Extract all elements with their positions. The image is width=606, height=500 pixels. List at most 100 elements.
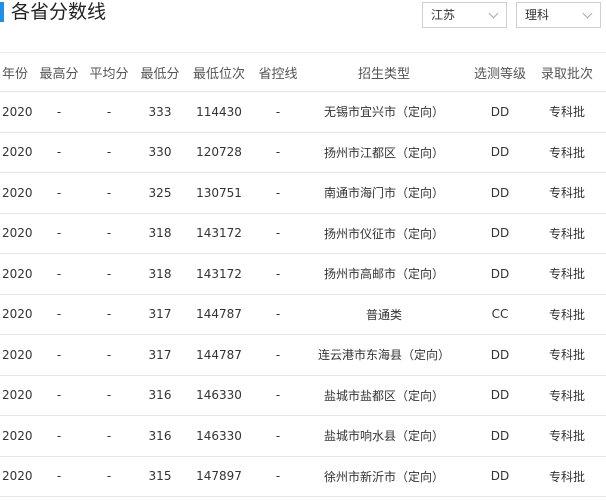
cell-min-score: 316: [148, 428, 172, 443]
cell-avg-score: -: [106, 469, 112, 484]
score-table: 年份 最高分 平均分 最低分 最低位次 省控线 招生类型 选测等级 录取批次 2020 - - 333…: [0, 52, 606, 497]
cell-subject-grade: DD: [490, 185, 510, 200]
cell-max-score: -: [56, 226, 62, 241]
cell-admission-type: 盐城市盐都区（定向）: [323, 388, 444, 403]
table-row: 2020 - - 330 120728 - 扬州市江都区（定向） DD 专科批: [0, 133, 606, 173]
cell-admission-batch: 专科批: [548, 469, 585, 484]
table-row: 2020 - - 318 143172 - 扬州市仪征市（定向） DD 专科批: [0, 214, 606, 254]
column-header-admission-type: 招生类型: [357, 66, 410, 82]
cell-admission-type: 无锡市宜兴市（定向）: [323, 105, 444, 120]
cell-max-score: -: [56, 307, 62, 322]
column-header-avg-score: 平均分: [89, 66, 129, 82]
cell-max-score: -: [56, 428, 62, 443]
cell-admission-batch: 专科批: [548, 348, 585, 363]
cell-min-rank: 130751: [196, 185, 242, 200]
title-accent-bar: [0, 2, 4, 22]
cell-control-line: -: [275, 104, 281, 119]
cell-admission-batch: 专科批: [548, 307, 585, 322]
chevron-down-icon: [582, 8, 593, 19]
column-header-min-score: 最低分: [140, 66, 180, 82]
table-row: 2020 - - 333 114430 - 无锡市宜兴市（定向） DD 专科批: [0, 92, 606, 133]
cell-avg-score: -: [106, 104, 112, 119]
cell-min-rank: 120728: [196, 145, 242, 160]
cell-control-line: -: [275, 145, 281, 160]
cell-admission-batch: 专科批: [548, 267, 585, 282]
cell-year: 2020: [2, 185, 33, 200]
cell-year: 2020: [2, 469, 33, 484]
cell-min-rank: 143172: [196, 266, 242, 281]
cell-avg-score: -: [106, 347, 112, 362]
cell-min-score: 325: [148, 185, 172, 200]
cell-subject-grade: DD: [490, 347, 510, 362]
cell-control-line: -: [275, 428, 281, 443]
cell-subject-grade: DD: [490, 388, 510, 403]
cell-avg-score: -: [106, 226, 112, 241]
subject-select-value: 理科: [525, 8, 550, 22]
cell-admission-batch: 专科批: [548, 388, 585, 403]
cell-subject-grade: DD: [490, 469, 510, 484]
cell-min-score: 316: [148, 388, 172, 403]
province-select[interactable]: 江苏: [422, 2, 507, 28]
cell-admission-type: 普通类: [365, 307, 402, 322]
column-header-year: 年份: [2, 66, 29, 82]
cell-year: 2020: [2, 104, 33, 119]
cell-control-line: -: [275, 469, 281, 484]
table-row: 2020 - - 316 146330 - 盐城市盐都区（定向） DD 专科批: [0, 376, 606, 416]
cell-control-line: -: [275, 266, 281, 281]
column-header-subject-grade: 选测等级: [473, 66, 526, 82]
table-row: 2020 - - 325 130751 - 南通市海门市（定向） DD 专科批: [0, 173, 606, 214]
table-header-row: 年份 最高分 平均分 最低分 最低位次 省控线 招生类型 选测等级 录取批次: [0, 52, 606, 92]
chevron-down-icon: [488, 8, 499, 19]
cell-max-score: -: [56, 388, 62, 403]
cell-admission-type: 徐州市新沂市（定向）: [323, 469, 444, 484]
cell-year: 2020: [2, 307, 33, 322]
cell-max-score: -: [56, 145, 62, 160]
column-header-admission-batch: 录取批次: [540, 66, 593, 82]
cell-control-line: -: [275, 226, 281, 241]
cell-admission-batch: 专科批: [548, 145, 585, 160]
cell-min-rank: 147897: [196, 469, 242, 484]
cell-admission-type: 扬州市仪征市（定向）: [323, 226, 444, 241]
cell-year: 2020: [2, 347, 33, 362]
cell-avg-score: -: [106, 428, 112, 443]
cell-admission-batch: 专科批: [548, 226, 585, 241]
cell-min-rank: 114430: [196, 104, 242, 119]
cell-year: 2020: [2, 226, 33, 241]
cell-control-line: -: [275, 347, 281, 362]
table-row: 2020 - - 318 143172 - 扬州市高邮市（定向） DD 专科批: [0, 254, 606, 295]
cell-avg-score: -: [106, 185, 112, 200]
subject-select[interactable]: 理科: [516, 2, 601, 28]
cell-avg-score: -: [106, 307, 112, 322]
province-select-value: 江苏: [431, 8, 456, 22]
cell-max-score: -: [56, 266, 62, 281]
cell-admission-type: 南通市海门市（定向）: [323, 186, 444, 201]
table-row: 2020 - - 315 147897 - 徐州市新沂市（定向） DD 专科批: [0, 457, 606, 497]
cell-min-rank: 146330: [196, 428, 242, 443]
cell-min-score: 318: [148, 226, 172, 241]
cell-min-score: 317: [148, 347, 172, 362]
cell-admission-type: 扬州市高邮市（定向）: [323, 267, 444, 282]
cell-admission-type: 连云港市东海县（定向）: [317, 348, 450, 363]
cell-year: 2020: [2, 266, 33, 281]
table-row: 2020 - - 317 144787 - 普通类 CC 专科批: [0, 295, 606, 335]
cell-min-rank: 144787: [196, 347, 242, 362]
cell-year: 2020: [2, 145, 33, 160]
cell-max-score: -: [56, 185, 62, 200]
cell-max-score: -: [56, 104, 62, 119]
column-header-control-line: 省控线: [258, 66, 298, 82]
cell-subject-grade: DD: [490, 145, 510, 160]
table-row: 2020 - - 316 146330 - 盐城市响水县（定向） DD 专科批: [0, 416, 606, 457]
cell-control-line: -: [275, 388, 281, 403]
cell-subject-grade: DD: [490, 226, 510, 241]
cell-min-score: 318: [148, 266, 172, 281]
cell-avg-score: -: [106, 388, 112, 403]
column-header-min-rank: 最低位次: [192, 66, 245, 82]
cell-subject-grade: DD: [490, 428, 510, 443]
cell-min-rank: 143172: [196, 226, 242, 241]
cell-subject-grade: CC: [491, 307, 509, 322]
cell-min-rank: 146330: [196, 388, 242, 403]
cell-admission-type: 盐城市响水县（定向）: [323, 429, 444, 444]
column-header-max-score: 最高分: [39, 66, 79, 82]
cell-min-score: 317: [148, 307, 172, 322]
cell-admission-batch: 专科批: [548, 105, 585, 120]
